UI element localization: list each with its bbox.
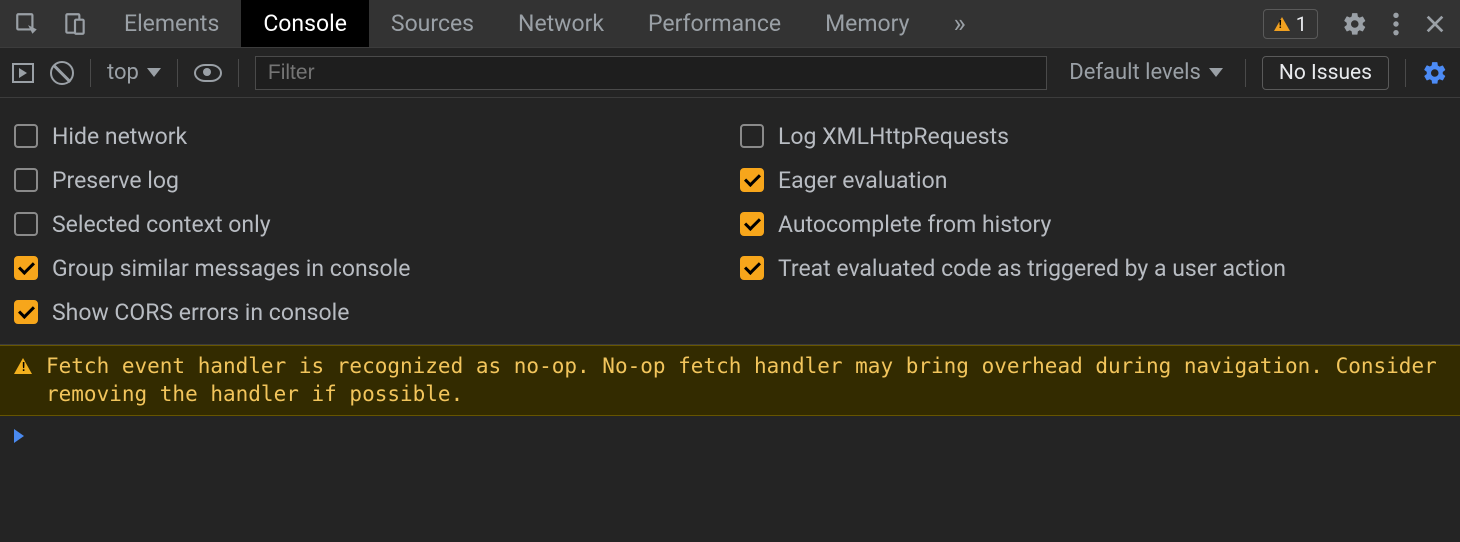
checkbox-label: Show CORS errors in console [52, 299, 349, 326]
setting-row: Show CORS errors in console [14, 290, 720, 334]
setting-row: Group similar messages in console [14, 246, 720, 290]
checkbox-label: Treat evaluated code as triggered by a u… [778, 255, 1286, 282]
console-warning-message[interactable]: Fetch event handler is recognized as no-… [0, 345, 1460, 416]
checkbox[interactable] [740, 256, 764, 280]
divider [1245, 59, 1246, 87]
setting-row: Preserve log [14, 158, 720, 202]
checkbox[interactable] [14, 168, 38, 192]
checkbox[interactable] [14, 124, 38, 148]
checkbox-label: Hide network [52, 123, 187, 150]
checkbox[interactable] [14, 300, 38, 324]
divider [90, 59, 91, 87]
setting-row: Hide network [14, 114, 720, 158]
kebab-menu-icon[interactable] [1392, 11, 1400, 37]
devtools-tab-bar: ElementsConsoleSourcesNetworkPerformance… [0, 0, 1460, 48]
clear-console-icon[interactable] [50, 61, 74, 85]
divider [177, 59, 178, 87]
warning-count: 1 [1296, 12, 1307, 36]
checkbox[interactable] [740, 124, 764, 148]
warning-triangle-icon [14, 358, 32, 374]
checkbox[interactable] [740, 168, 764, 192]
tabs-container: ElementsConsoleSourcesNetworkPerformance… [102, 0, 932, 47]
console-prompt[interactable] [0, 416, 1460, 457]
checkbox[interactable] [14, 212, 38, 236]
checkbox-label: Autocomplete from history [778, 211, 1051, 238]
levels-label: Default levels [1069, 60, 1201, 85]
tab-elements[interactable]: Elements [102, 0, 241, 47]
console-settings-gear-icon[interactable] [1422, 60, 1448, 86]
checkbox-label: Group similar messages in console [52, 255, 410, 282]
device-toggle-icon[interactable] [62, 11, 88, 37]
checkbox-label: Selected context only [52, 211, 271, 238]
settings-right-column: Log XMLHttpRequests Eager evaluation Autoc… [740, 114, 1446, 334]
chevron-right-icon [14, 429, 24, 443]
filter-input[interactable] [255, 56, 1047, 90]
setting-row: Eager evaluation [740, 158, 1446, 202]
live-expression-icon[interactable] [194, 64, 222, 82]
console-toolbar: top Default levels No Issues [0, 48, 1460, 98]
chevron-down-icon [1209, 68, 1223, 77]
close-devtools-icon[interactable] [1424, 13, 1446, 35]
console-settings-panel: Hide network Preserve log Selected context… [0, 98, 1460, 345]
log-levels-selector[interactable]: Default levels [1063, 60, 1229, 85]
context-label: top [107, 60, 139, 85]
settings-left-column: Hide network Preserve log Selected context… [14, 114, 720, 334]
inspect-element-icon[interactable] [14, 11, 40, 37]
issues-button[interactable]: No Issues [1262, 56, 1389, 90]
checkbox[interactable] [14, 256, 38, 280]
tab-console[interactable]: Console [241, 0, 369, 47]
issues-label: No Issues [1279, 61, 1372, 85]
setting-row: Treat evaluated code as triggered by a u… [740, 246, 1446, 290]
checkbox[interactable] [740, 212, 764, 236]
setting-row: Log XMLHttpRequests [740, 114, 1446, 158]
setting-row: Autocomplete from history [740, 202, 1446, 246]
tab-sources[interactable]: Sources [369, 0, 496, 47]
checkbox-label: Eager evaluation [778, 167, 947, 194]
tab-bar-left-icons [0, 11, 102, 37]
settings-gear-icon[interactable] [1342, 11, 1368, 37]
toggle-sidebar-icon[interactable] [12, 63, 34, 83]
divider [1405, 59, 1406, 87]
checkbox-label: Preserve log [52, 167, 179, 194]
context-selector[interactable]: top [107, 60, 161, 85]
chevron-down-icon [147, 68, 161, 77]
tab-network[interactable]: Network [496, 0, 626, 47]
checkbox-label: Log XMLHttpRequests [778, 123, 1009, 150]
tab-memory[interactable]: Memory [803, 0, 931, 47]
tab-performance[interactable]: Performance [626, 0, 803, 47]
divider [238, 59, 239, 87]
setting-row: Selected context only [14, 202, 720, 246]
warnings-badge[interactable]: 1 [1263, 9, 1318, 39]
warning-triangle-icon [1274, 17, 1290, 31]
tab-bar-right-icons: 1 [1249, 9, 1460, 39]
more-tabs-button[interactable]: » [932, 0, 988, 47]
warning-text: Fetch event handler is recognized as no-… [46, 352, 1446, 409]
